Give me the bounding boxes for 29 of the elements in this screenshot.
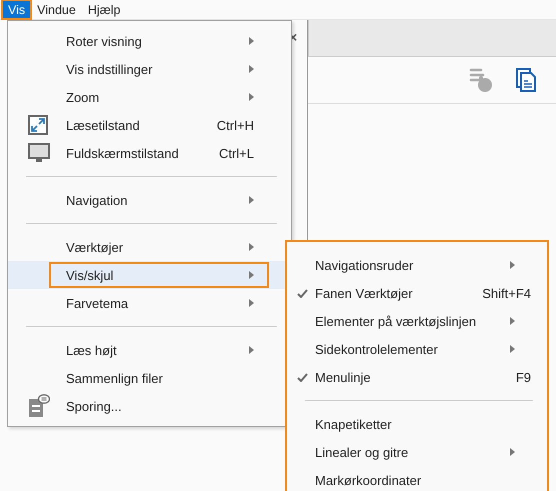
document-comment-icon <box>28 394 50 418</box>
menu-item[interactable]: Læs højt <box>49 337 269 363</box>
menu-item[interactable]: Roter visning <box>49 28 269 54</box>
menu-item[interactable]: Vis indstillinger <box>49 56 269 82</box>
menu-item[interactable]: Farvetema <box>49 290 269 316</box>
menu-item[interactable]: Værktøjer <box>49 234 269 260</box>
menu-item[interactable]: Navigation <box>49 187 269 213</box>
menu-item[interactable]: Fanen Værktøjer Shift+F4 <box>298 280 547 306</box>
menu-item[interactable]: Elementer på værktøjslinjen <box>298 308 547 334</box>
document-icon[interactable] <box>516 68 536 92</box>
menu-item[interactable]: Linealer og gitre <box>298 439 547 465</box>
menu-item[interactable]: Læsetilstand Ctrl+H <box>49 112 269 138</box>
checkmark-icon <box>297 288 308 298</box>
menu-item[interactable]: Menulinje F9 <box>298 364 547 390</box>
menu-item[interactable]: Sammenlign filer <box>49 365 269 391</box>
menu-item[interactable]: Knapetiketter <box>298 411 547 437</box>
menu-item[interactable]: Fuldskærmstilstand Ctrl+L <box>49 140 269 166</box>
menu-item[interactable]: Zoom <box>49 84 269 110</box>
menu-bar-item[interactable]: Vis <box>2 0 32 19</box>
menu-item[interactable]: Markørkoordinater <box>298 467 547 491</box>
menu-item[interactable]: Sporing... <box>49 393 269 419</box>
menu-bar-item[interactable]: Vindue <box>31 0 82 19</box>
monitor-icon <box>28 143 50 163</box>
menu-item[interactable]: Navigationsruder <box>298 252 547 278</box>
menu-item[interactable]: Sidekontrolelementer <box>298 336 547 362</box>
expand-icon <box>28 115 48 135</box>
menu-item[interactable]: Vis/skjul <box>49 262 269 288</box>
checkmark-icon <box>297 372 308 382</box>
menu-bar-item[interactable]: Hjælp <box>82 0 126 19</box>
